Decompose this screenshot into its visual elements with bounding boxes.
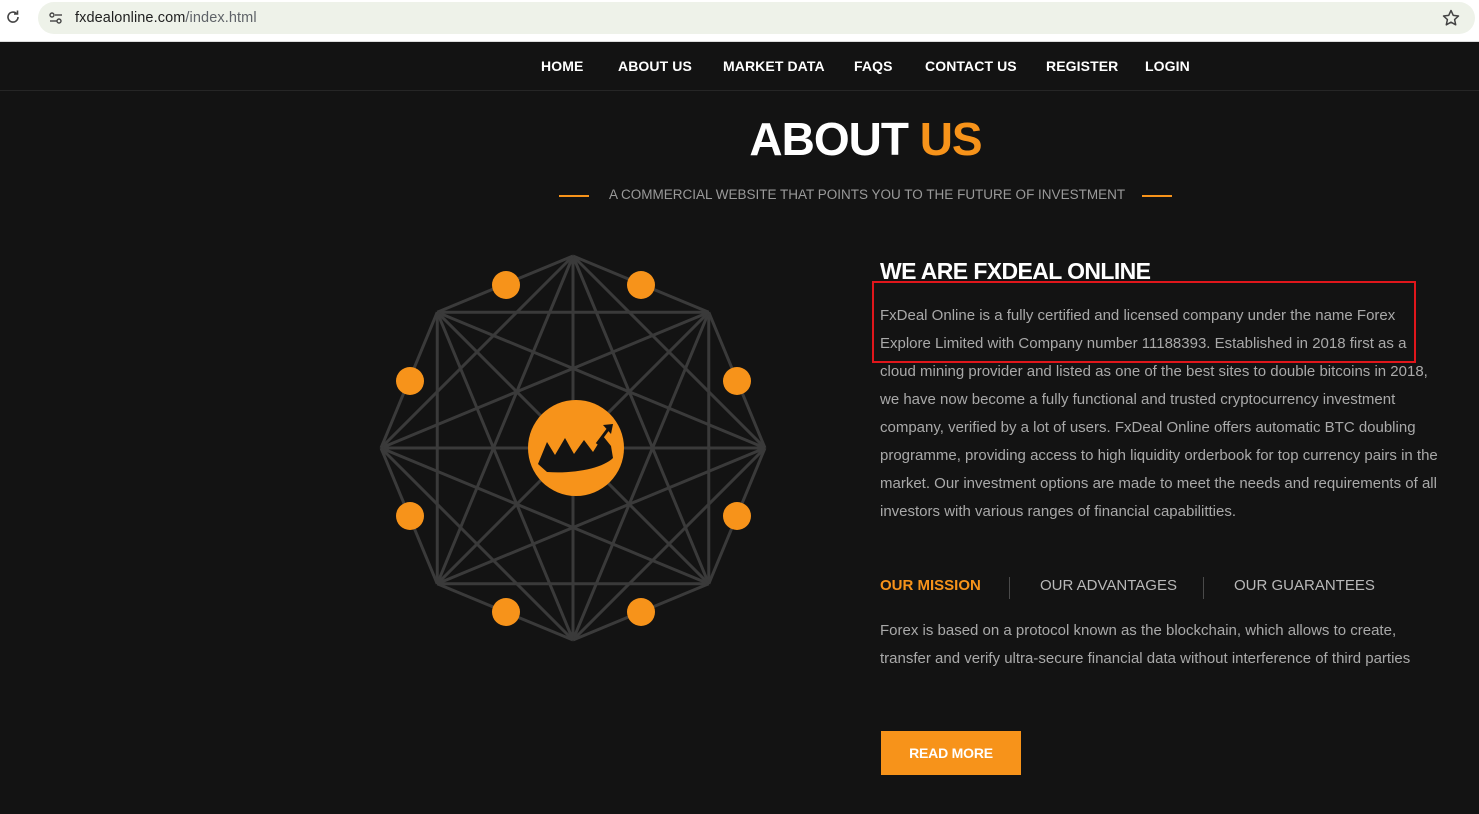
url-path: /index.html xyxy=(185,10,257,26)
nav-faqs[interactable]: FAQS xyxy=(854,58,893,74)
site-info-icon[interactable] xyxy=(48,10,64,26)
network-node-dot xyxy=(627,598,655,626)
network-node-dot xyxy=(723,502,751,530)
address-bar[interactable]: fxdealonline.com/index.html xyxy=(38,2,1475,34)
tab-our-guarantees[interactable]: OUR GUARANTEES xyxy=(1234,577,1375,594)
network-graphic xyxy=(379,254,767,642)
tab-divider xyxy=(1009,577,1010,599)
section-title-word2: US xyxy=(919,113,983,165)
tab-our-mission[interactable]: OUR MISSION xyxy=(880,577,981,594)
highlight-annotation-box xyxy=(872,281,1416,363)
tab-our-advantages[interactable]: OUR ADVANTAGES xyxy=(1040,577,1177,594)
section-subtitle: A COMMERCIAL WEBSITE THAT POINTS YOU TO … xyxy=(609,187,1126,202)
url-text[interactable]: fxdealonline.com/index.html xyxy=(75,10,257,26)
nav-market-data[interactable]: MARKET DATA xyxy=(723,58,825,74)
tab-divider xyxy=(1203,577,1204,599)
nav-login[interactable]: LOGIN xyxy=(1145,58,1190,74)
reload-icon[interactable] xyxy=(5,9,21,25)
center-logo-icon xyxy=(528,400,624,496)
subtitle-right-dash xyxy=(1142,195,1172,197)
bookmark-star-icon[interactable] xyxy=(1441,8,1461,28)
section-title: ABOUT US xyxy=(0,112,1479,166)
network-node-dot xyxy=(396,502,424,530)
main-nav: HOME ABOUT US MARKET DATA FAQS CONTACT U… xyxy=(0,42,1479,91)
network-node-dot xyxy=(723,367,751,395)
browser-toolbar: fxdealonline.com/index.html xyxy=(0,0,1479,42)
tab-content-text: Forex is based on a protocol known as th… xyxy=(880,622,1411,667)
section-title-word1: ABOUT xyxy=(749,113,909,165)
network-node-dot xyxy=(492,598,520,626)
nav-register[interactable]: REGISTER xyxy=(1046,58,1118,74)
network-node-dot xyxy=(492,271,520,299)
url-domain: fxdealonline.com xyxy=(75,10,186,26)
nav-home[interactable]: HOME xyxy=(541,58,583,74)
nav-about-us[interactable]: ABOUT US xyxy=(618,58,692,74)
network-node-dot xyxy=(627,271,655,299)
network-node-dot xyxy=(396,367,424,395)
read-more-button[interactable]: READ MORE xyxy=(881,731,1021,775)
nav-contact-us[interactable]: CONTACT US xyxy=(925,58,1017,74)
subtitle-left-dash xyxy=(559,195,589,197)
